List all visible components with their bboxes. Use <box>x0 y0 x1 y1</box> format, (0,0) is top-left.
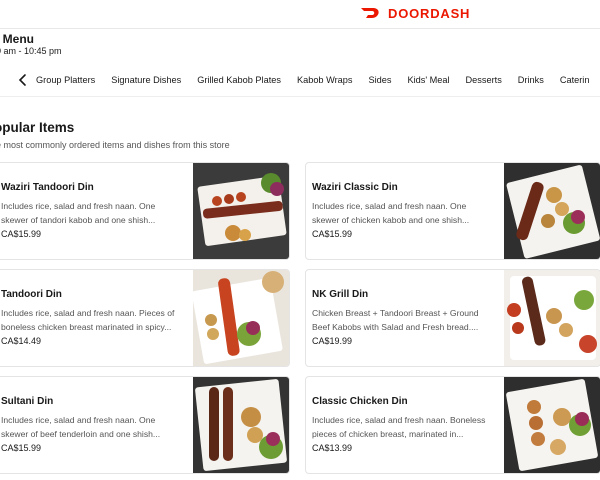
item-name: NK Grill Din <box>312 289 369 300</box>
item-price: CA$15.99 <box>1 443 42 453</box>
item-name: Classic Chicken Din <box>312 396 408 407</box>
menu-hours: 0 am - 10:45 pm <box>0 46 62 56</box>
tab-kids-meal[interactable]: Kids' Meal <box>407 75 449 85</box>
tab-kabob-wraps[interactable]: Kabob Wraps <box>297 75 353 85</box>
section-title: opular Items <box>0 120 75 135</box>
menu-item-card[interactable]: NK Grill Din Chicken Breast + Tandoori B… <box>305 269 600 367</box>
menu-item-card[interactable]: Waziri Classic Din Includes rice, salad … <box>305 162 600 260</box>
item-price: CA$13.99 <box>312 443 353 453</box>
menu-item-card[interactable]: Sultani Din Includes rice, salad and fre… <box>0 376 290 474</box>
item-description: Includes rice, salad and fresh naan. One… <box>1 201 156 225</box>
top-bar: DOORDASH <box>0 0 600 29</box>
food-photo <box>504 270 600 366</box>
item-price: CA$19.99 <box>312 336 353 346</box>
food-photo <box>193 377 289 473</box>
item-description: Includes rice, salad and fresh naan. One… <box>1 415 161 439</box>
item-description: Includes rice, salad and fresh naan. One… <box>312 201 470 225</box>
item-price: CA$15.99 <box>1 229 42 239</box>
menu-item-card[interactable]: Waziri Tandoori Din Includes rice, salad… <box>0 162 290 260</box>
chevron-left-icon[interactable] <box>16 72 30 88</box>
item-name: Tandoori Din <box>1 289 62 300</box>
item-description: Includes rice, salad and fresh naan. Pie… <box>1 308 175 332</box>
tab-desserts[interactable]: Desserts <box>466 75 502 85</box>
menu-title: l Menu <box>0 32 34 46</box>
item-name: Waziri Tandoori Din <box>1 182 94 193</box>
item-name: Waziri Classic Din <box>312 182 398 193</box>
item-description: Chicken Breast + Tandoori Breast + Groun… <box>312 308 479 332</box>
doordash-logo-icon <box>361 8 379 18</box>
menu-item-card[interactable]: Classic Chicken Din Includes rice, salad… <box>305 376 600 474</box>
menu-item-card[interactable]: Tandoori Din Includes rice, salad and fr… <box>0 269 290 367</box>
food-photo <box>193 270 289 366</box>
food-photo <box>504 377 600 473</box>
tab-catering[interactable]: Caterin <box>560 75 590 85</box>
brand-name: DOORDASH <box>388 5 471 21</box>
doordash-logo[interactable]: DOORDASH <box>360 4 470 22</box>
tab-grilled-kabob-plates[interactable]: Grilled Kabob Plates <box>197 75 281 85</box>
tab-group-platters[interactable]: Group Platters <box>36 75 95 85</box>
tab-signature-dishes[interactable]: Signature Dishes <box>111 75 181 85</box>
food-photo <box>193 163 289 259</box>
tab-drinks[interactable]: Drinks <box>518 75 544 85</box>
item-description: Includes rice, salad and fresh naan. Bon… <box>312 415 486 439</box>
food-photo <box>504 163 600 259</box>
item-price: CA$14.49 <box>1 336 42 346</box>
item-name: Sultani Din <box>1 396 54 407</box>
tab-sides[interactable]: Sides <box>368 75 391 85</box>
section-subtitle: e most commonly ordered items and dishes… <box>0 140 230 150</box>
category-tabs: f Group Platters Signature Dishes Grille… <box>0 66 600 97</box>
item-price: CA$15.99 <box>312 229 353 239</box>
